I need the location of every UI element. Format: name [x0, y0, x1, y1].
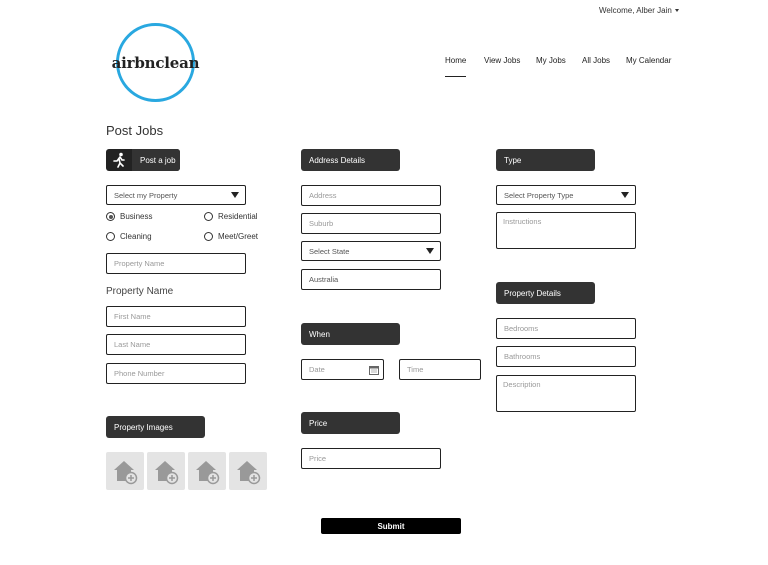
type-header: Type — [496, 149, 595, 171]
select-property-type-value: Select Property Type — [504, 190, 574, 200]
radio-label: Residential — [218, 212, 258, 221]
radio-cleaning[interactable]: Cleaning — [106, 232, 152, 241]
property-name-input[interactable]: Property Name — [106, 253, 246, 274]
radio-residential[interactable]: Residential — [204, 212, 258, 221]
nav-home[interactable]: Home — [445, 56, 467, 77]
add-image-slot-3[interactable] — [188, 452, 226, 490]
date-placeholder: Date — [309, 365, 325, 374]
nav-my-jobs[interactable]: My Jobs — [536, 56, 566, 65]
radio-dot — [204, 212, 213, 221]
country-input[interactable]: Australia — [301, 269, 441, 290]
caret-down-icon — [674, 9, 679, 13]
radio-dot — [106, 212, 115, 221]
running-person-icon — [106, 149, 132, 171]
dropdown-arrow-icon — [621, 192, 629, 198]
when-header: When — [301, 323, 400, 345]
page-title: Post Jobs — [106, 123, 164, 138]
property-details-header: Property Details — [496, 282, 595, 304]
first-name-input[interactable]: First Name — [106, 306, 246, 327]
price-input[interactable]: Price — [301, 448, 441, 469]
house-add-icon — [155, 461, 179, 485]
date-input[interactable]: Date — [301, 359, 384, 380]
select-my-property-value: Select my Property — [114, 190, 178, 200]
post-job-header: Post a job — [106, 149, 180, 171]
bathrooms-input[interactable]: Bathrooms — [496, 346, 636, 367]
radio-label: Cleaning — [120, 232, 152, 241]
select-state-value: Select State — [309, 246, 350, 256]
select-property-type[interactable]: Select Property Type — [496, 185, 636, 205]
radio-business[interactable]: Business — [106, 212, 152, 221]
house-add-icon — [114, 461, 138, 485]
price-header: Price — [301, 412, 400, 434]
nav-my-calendar[interactable]: My Calendar — [626, 56, 671, 65]
radio-label: Business — [120, 212, 153, 221]
add-image-slot-1[interactable] — [106, 452, 144, 490]
welcome-text: Welcome, Alber Jain — [599, 6, 672, 15]
radio-label: Meet/Greet — [218, 232, 259, 241]
property-images-header: Property Images — [106, 416, 205, 438]
house-add-icon — [196, 461, 220, 485]
suburb-input[interactable]: Suburb — [301, 213, 441, 234]
logo[interactable]: airbnclean — [112, 23, 200, 102]
house-add-icon — [237, 461, 261, 485]
add-image-slot-2[interactable] — [147, 452, 185, 490]
radio-dot — [106, 232, 115, 241]
select-my-property[interactable]: Select my Property — [106, 185, 246, 205]
add-image-slot-4[interactable] — [229, 452, 267, 490]
address-input[interactable]: Address — [301, 185, 441, 206]
select-state[interactable]: Select State — [301, 241, 441, 261]
dropdown-arrow-icon — [231, 192, 239, 198]
instructions-textarea[interactable]: Instructions — [496, 212, 636, 249]
radio-meet-greet[interactable]: Meet/Greet — [204, 232, 258, 241]
bedrooms-input[interactable]: Bedrooms — [496, 318, 636, 339]
description-textarea[interactable]: Description — [496, 375, 636, 412]
dropdown-arrow-icon — [426, 248, 434, 254]
nav-all-jobs[interactable]: All Jobs — [582, 56, 610, 65]
last-name-input[interactable]: Last Name — [106, 334, 246, 355]
address-details-header: Address Details — [301, 149, 400, 171]
logo-text: airbnclean — [111, 53, 200, 72]
property-name-heading: Property Name — [106, 286, 174, 297]
submit-button[interactable]: Submit — [321, 518, 461, 534]
time-input[interactable]: Time — [399, 359, 481, 380]
radio-dot — [204, 232, 213, 241]
calendar-icon — [369, 365, 379, 375]
post-job-label: Post a job — [132, 149, 180, 171]
welcome-user-menu[interactable]: Welcome, Alber Jain — [599, 6, 679, 15]
nav-view-jobs[interactable]: View Jobs — [484, 56, 520, 65]
phone-number-input[interactable]: Phone Number — [106, 363, 246, 384]
